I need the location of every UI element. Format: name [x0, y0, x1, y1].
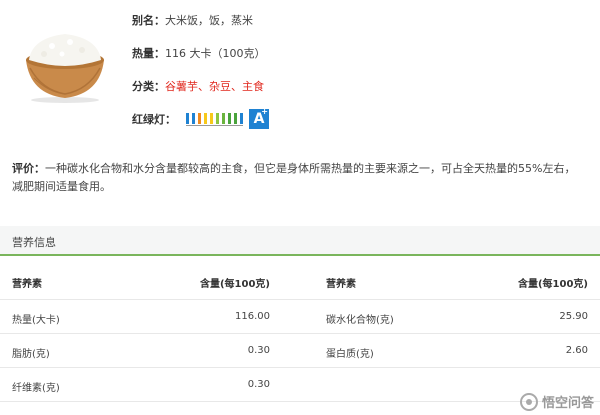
calorie-value: 116 大卡（100克） [165, 46, 266, 60]
traffic-light-bar [210, 112, 213, 124]
traffic-light-label: 红绿灯： [132, 112, 176, 126]
column-header: 含量(每100克) [517, 279, 588, 290]
calorie-row: 热量： 116 大卡（100克） [132, 43, 269, 62]
nutrient-amount: 2.60 [565, 345, 588, 356]
alias-value: 大米饭，饭，蒸米 [165, 13, 253, 27]
nutrition-title: 营养信息 [12, 236, 56, 249]
traffic-light-bar [204, 112, 207, 124]
watermark: 悟空问答 [519, 392, 594, 411]
traffic-light-bar [234, 112, 237, 124]
category-link[interactable]: 谷薯芋、杂豆、主食 [165, 78, 264, 94]
alias-label: 别名： [132, 13, 165, 27]
traffic-light-bars [186, 112, 243, 126]
traffic-light-bar [240, 112, 243, 124]
nutrient-amount: 116.00 [235, 311, 270, 322]
traffic-light-bar [228, 112, 231, 124]
grade-plus: + [261, 106, 268, 116]
wukong-logo-icon [519, 392, 538, 411]
traffic-light-bar [186, 112, 189, 124]
traffic-light-bar [216, 112, 219, 124]
traffic-light-indicator: A + [186, 106, 269, 129]
column-header: 营养素 [326, 279, 356, 290]
grade-badge: A + [249, 106, 269, 129]
description-label: 评价： [12, 162, 45, 175]
nutrient-name: 脂肪(克) [12, 349, 50, 360]
traffic-light-bar [222, 112, 225, 124]
food-info: 别名： 大米饭，饭，蒸米 热量： 116 大卡（100克） 分类： 谷薯芋、杂豆… [132, 10, 269, 142]
traffic-light-bar [192, 112, 195, 124]
food-description: 评价：一种碳水化合物和水分含量都较高的主食，但它是身体所需热量的主要来源之一，可… [12, 160, 584, 196]
column-header: 含量(每100克) [199, 279, 270, 290]
nutrient-name: 热量(大卡) [12, 315, 60, 326]
nutrient-amount: 0.30 [247, 379, 270, 390]
table-row: 热量(大卡) 116.00 碳水化合物(克) 25.90 [0, 300, 600, 334]
calorie-label: 热量： [132, 46, 165, 60]
nutrient-name: 纤维素(克) [12, 383, 60, 394]
alias-row: 别名： 大米饭，饭，蒸米 [132, 10, 269, 29]
nutrition-table: 营养素 含量(每100克) 营养素 含量(每100克) 热量(大卡) 116.0… [0, 264, 600, 402]
nutrient-amount: 0.30 [247, 345, 270, 356]
table-header-row: 营养素 含量(每100克) 营养素 含量(每100克) [0, 264, 600, 300]
food-summary: 别名： 大米饭，饭，蒸米 热量： 116 大卡（100克） 分类： 谷薯芋、杂豆… [0, 0, 600, 155]
traffic-light-bar [198, 112, 201, 124]
traffic-light-row: 红绿灯： A + [132, 106, 269, 129]
category-label: 分类： [132, 79, 165, 93]
nutrient-name: 蛋白质(克) [326, 349, 374, 360]
rice-bowl-image [26, 34, 104, 103]
column-header: 营养素 [12, 279, 42, 290]
table-row: 纤维素(克) 0.30 [0, 368, 600, 402]
watermark-text: 悟空问答 [541, 396, 594, 411]
nutrition-section-header: 营养信息 [0, 226, 600, 256]
nutrient-name: 碳水化合物(克) [326, 315, 394, 326]
category-row: 分类： 谷薯芋、杂豆、主食 [132, 76, 269, 95]
table-row: 脂肪(克) 0.30 蛋白质(克) 2.60 [0, 334, 600, 368]
description-text: 一种碳水化合物和水分含量都较高的主食，但它是身体所需热量的主要来源之一，可占全天… [12, 162, 576, 193]
nutrient-amount: 25.90 [559, 311, 588, 322]
